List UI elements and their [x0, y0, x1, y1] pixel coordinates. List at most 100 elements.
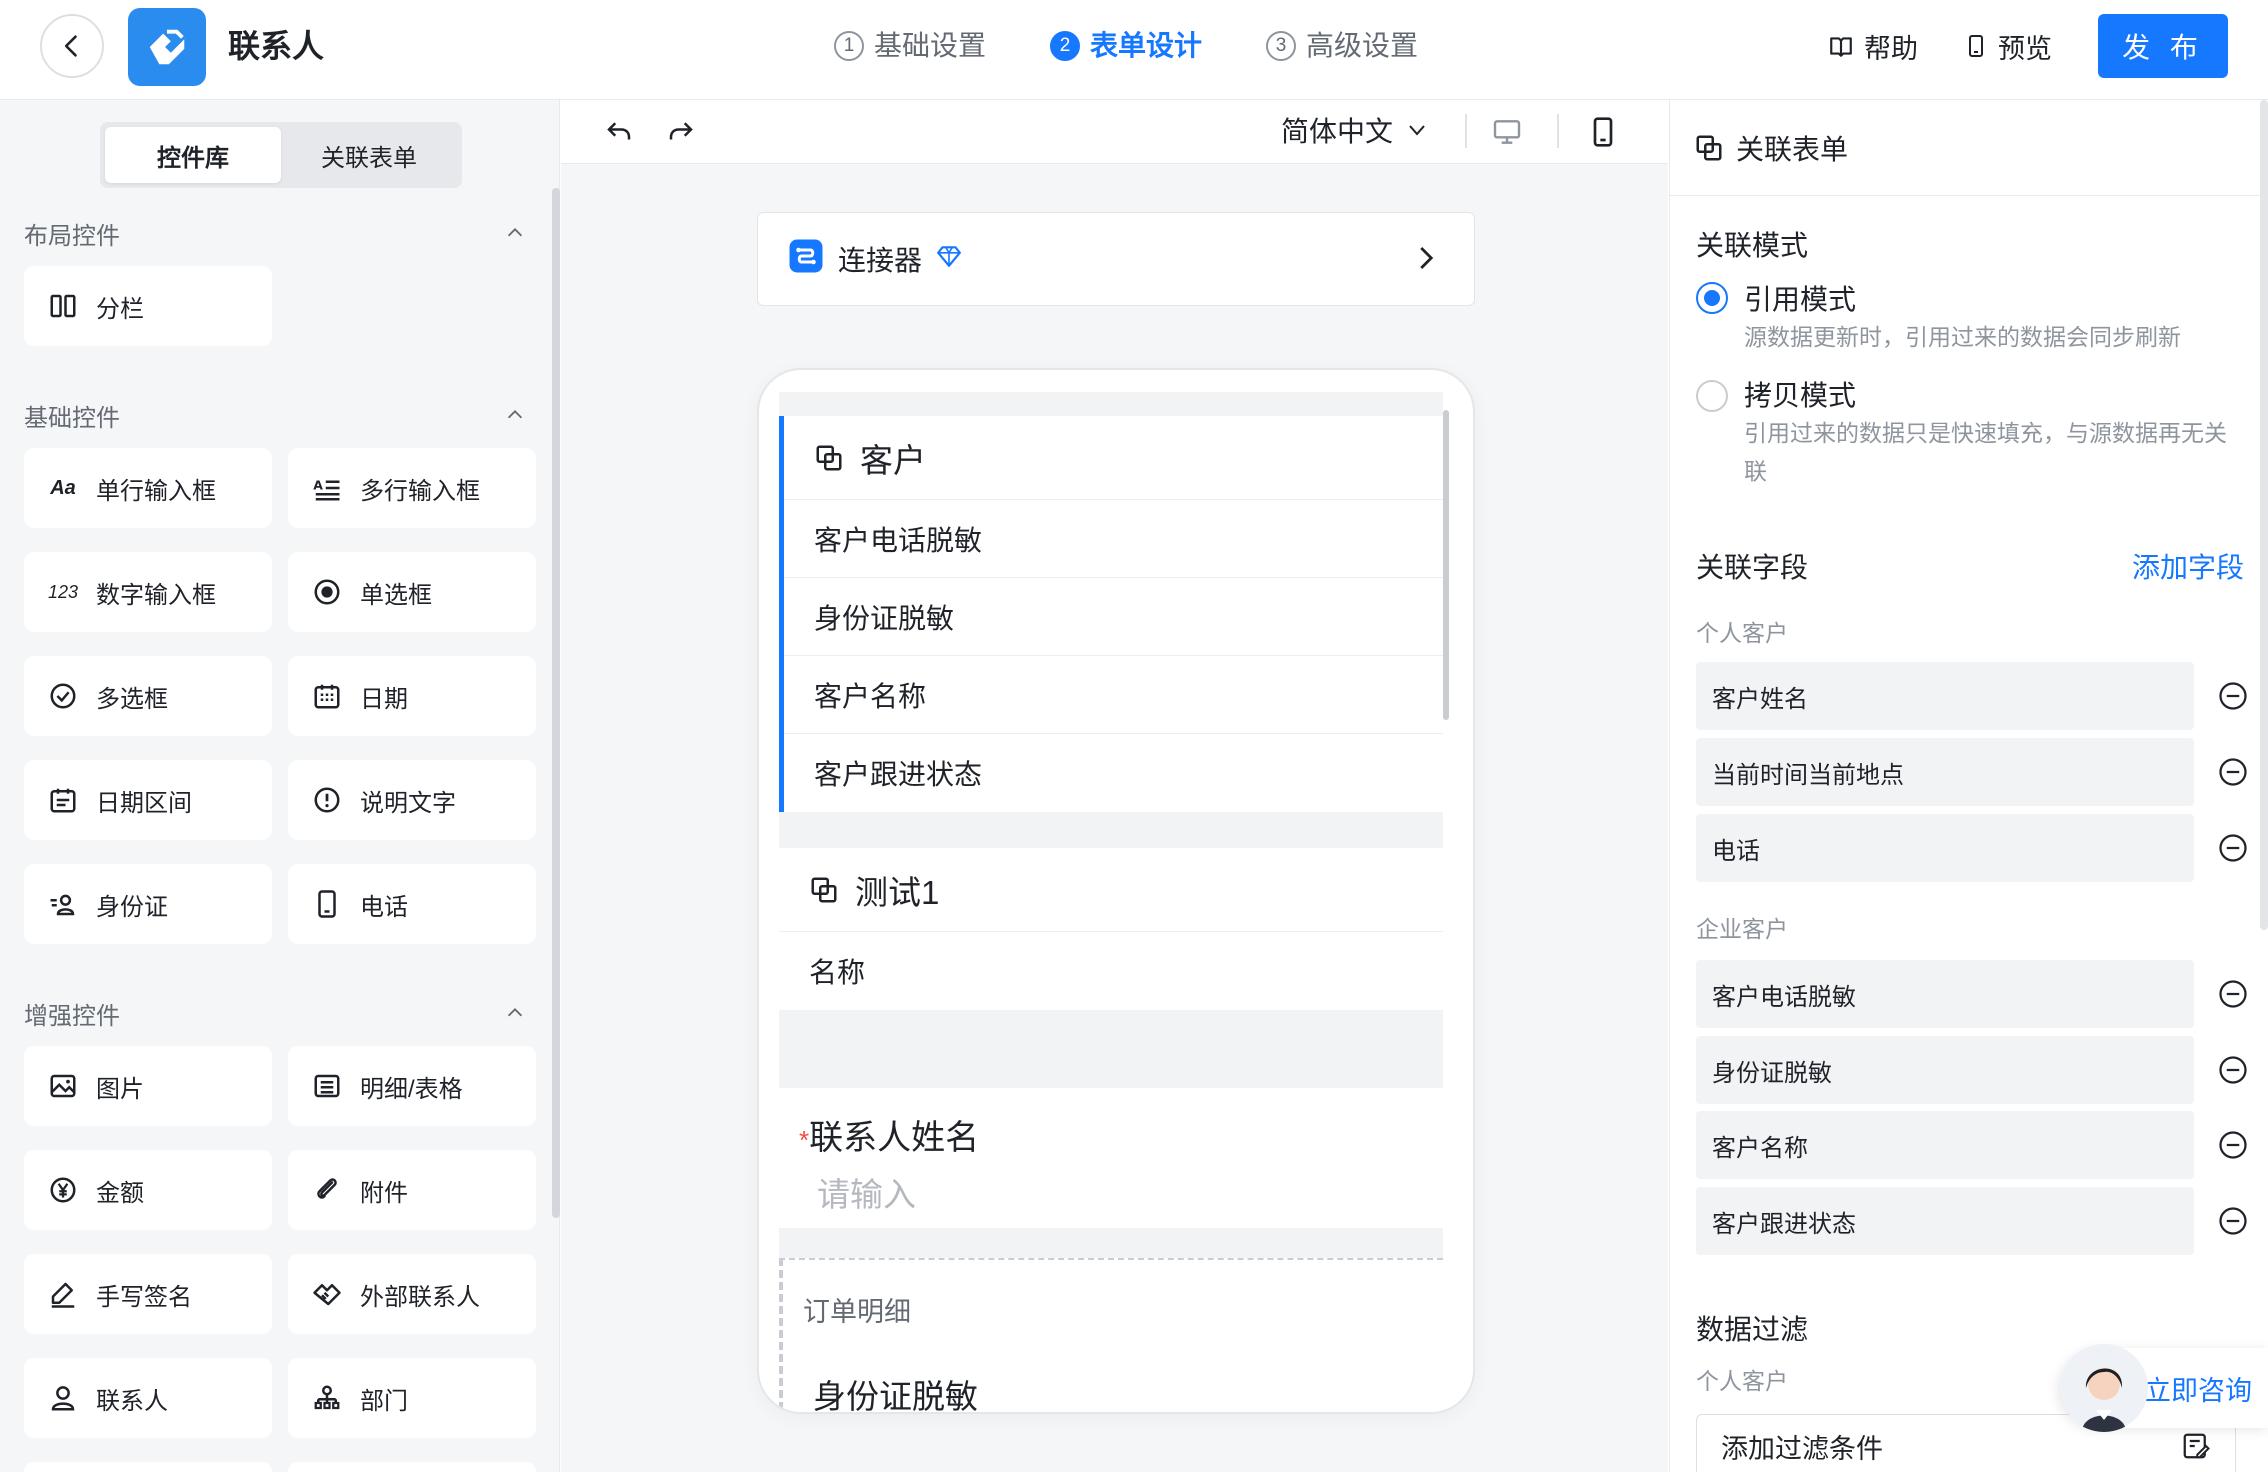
reference-mode-label[interactable]: 引用模式 — [1744, 278, 1856, 318]
filter-placeholder: 添加过滤条件 — [1721, 1433, 1883, 1464]
copy-mode-label[interactable]: 拷贝模式 — [1744, 374, 1856, 414]
control-amount[interactable]: 金额 — [24, 1150, 272, 1230]
undo-icon — [607, 122, 631, 140]
preview-scrollbar[interactable] — [1443, 410, 1449, 720]
linked-field-item: 客户名称 — [1696, 1111, 2194, 1179]
step-advanced-settings[interactable]: 3 高级设置 — [1266, 24, 1418, 68]
chevron-up-icon[interactable] — [504, 1002, 526, 1024]
remove-circle-icon[interactable] — [2218, 1130, 2248, 1160]
radio-reference-mode[interactable] — [1696, 282, 1728, 314]
mobile-view-button[interactable] — [1585, 114, 1621, 150]
field-label: *联系人姓名 — [799, 1110, 979, 1159]
control-columns[interactable]: 分栏 — [24, 266, 272, 346]
group-field-row[interactable]: 客户名称 — [784, 656, 1443, 734]
top-actions: 帮助 预览 发 布 — [1828, 14, 2268, 78]
undo-button[interactable] — [601, 114, 637, 150]
language-select[interactable]: 简体中文 — [1281, 110, 1429, 150]
field-placeholder[interactable]: 请输入 — [817, 1168, 916, 1216]
help-button[interactable]: 帮助 — [1828, 27, 1918, 66]
user-icon — [48, 1383, 78, 1413]
reference-mode-desc: 源数据更新时，引用过来的数据会同步刷新 — [1744, 324, 2181, 350]
consult-widget[interactable]: 立即咨询 — [1656, 1344, 2268, 1432]
desktop-icon — [1493, 120, 1521, 144]
order-detail-table[interactable]: 订单明细 身份证脱敏 — [779, 1258, 1443, 1412]
control-multi-line-input[interactable]: A 多行输入框 — [288, 448, 536, 528]
remove-circle-icon[interactable] — [2218, 757, 2248, 787]
mode-title: 关联模式 — [1696, 230, 1809, 261]
image-icon — [48, 1071, 78, 1101]
linked-group-test1[interactable]: 测试1 名称 — [779, 848, 1443, 1010]
control-single-line-input[interactable]: Aa 单行输入框 — [24, 448, 272, 528]
publish-button[interactable]: 发 布 — [2098, 14, 2228, 78]
control-date[interactable]: 日期 — [288, 656, 536, 736]
control-department[interactable]: 部门 — [288, 1358, 536, 1438]
control-radio[interactable]: 单选框 — [288, 552, 536, 632]
control-label: 日期区间 — [96, 789, 192, 817]
properties-header: 关联表单 — [1670, 100, 2268, 196]
back-button[interactable] — [40, 14, 104, 78]
redo-icon — [669, 122, 693, 140]
multiline-icon: A — [312, 473, 342, 503]
control-image[interactable]: 图片 — [24, 1046, 272, 1126]
handshake-logo-icon — [149, 29, 185, 65]
control-number-input[interactable]: 123 数字输入框 — [24, 552, 272, 632]
mobile-icon — [1593, 117, 1613, 147]
group-field-row[interactable]: 身份证脱敏 — [784, 578, 1443, 656]
detail-title: 订单明细 — [803, 1297, 911, 1327]
table-icon — [312, 1071, 342, 1101]
signature-icon — [48, 1279, 78, 1309]
control-external-contact[interactable]: 外部联系人 — [288, 1254, 536, 1334]
control-partial[interactable] — [288, 1462, 536, 1472]
add-field-link[interactable]: 添加字段 — [2132, 546, 2244, 586]
control-partial[interactable] — [24, 1462, 272, 1472]
language-value: 简体中文 — [1281, 116, 1394, 147]
remove-circle-icon[interactable] — [2218, 1206, 2248, 1236]
connector-bar[interactable]: 连接器 — [757, 212, 1475, 306]
group-field-row[interactable]: 名称 — [779, 932, 1443, 1010]
control-contact[interactable]: 联系人 — [24, 1358, 272, 1438]
control-detail-table[interactable]: 明细/表格 — [288, 1046, 536, 1126]
data-filter-title: 数据过滤 — [1696, 1314, 1809, 1345]
chevron-up-icon[interactable] — [504, 404, 526, 426]
control-handwritten-signature[interactable]: 手写签名 — [24, 1254, 272, 1334]
linked-form-icon — [1696, 135, 1722, 160]
preview-button[interactable]: 预览 — [1964, 27, 2052, 66]
linked-form-icon — [811, 877, 837, 902]
control-label: 金额 — [96, 1179, 144, 1207]
id-card-icon — [48, 889, 78, 919]
agent-avatar-icon — [2060, 1344, 2148, 1432]
linked-group-customer[interactable]: 客户 客户电话脱敏 身份证脱敏 客户名称 客户跟进状态 — [779, 416, 1443, 812]
chevron-up-icon[interactable] — [504, 222, 526, 244]
remove-circle-icon[interactable] — [2218, 1055, 2248, 1085]
control-description-text[interactable]: 说明文字 — [288, 760, 536, 840]
tab-linked-forms[interactable]: 关联表单 — [281, 127, 457, 183]
radio-copy-mode[interactable] — [1696, 380, 1728, 412]
personal-customer-label: 个人客户 — [1696, 620, 1788, 646]
control-id-card[interactable]: 身份证 — [24, 864, 272, 944]
remove-circle-icon[interactable] — [2218, 979, 2248, 1009]
control-checkbox[interactable]: 多选框 — [24, 656, 272, 736]
control-label: 外部联系人 — [360, 1283, 480, 1311]
desktop-view-button[interactable] — [1489, 114, 1525, 150]
step-form-design[interactable]: 2 表单设计 — [1050, 24, 1202, 68]
group-field-row[interactable]: 客户电话脱敏 — [784, 500, 1443, 578]
right-scrollbar[interactable] — [2260, 100, 2268, 930]
control-date-range[interactable]: 日期区间 — [24, 760, 272, 840]
step-label: 高级设置 — [1306, 30, 1419, 61]
step-basic-settings[interactable]: 1 基础设置 — [834, 24, 986, 68]
remove-circle-icon[interactable] — [2218, 681, 2248, 711]
control-label: 说明文字 — [360, 789, 456, 817]
phone-icon — [312, 889, 342, 919]
redo-button[interactable] — [663, 114, 699, 150]
control-phone[interactable]: 电话 — [288, 864, 536, 944]
contact-name-field[interactable]: *联系人姓名 请输入 — [779, 1088, 1443, 1228]
group-title: 测试1 — [855, 873, 940, 911]
agent-avatar[interactable] — [2060, 1344, 2148, 1432]
control-attachment[interactable]: 附件 — [288, 1150, 536, 1230]
tab-control-library[interactable]: 控件库 — [105, 127, 281, 183]
group-field-row[interactable]: 客户跟进状态 — [784, 734, 1443, 812]
remove-circle-icon[interactable] — [2218, 833, 2248, 863]
left-scrollbar[interactable] — [552, 188, 560, 1218]
connector-icon — [788, 238, 824, 281]
linked-fields-title: 关联字段 — [1696, 552, 1809, 583]
